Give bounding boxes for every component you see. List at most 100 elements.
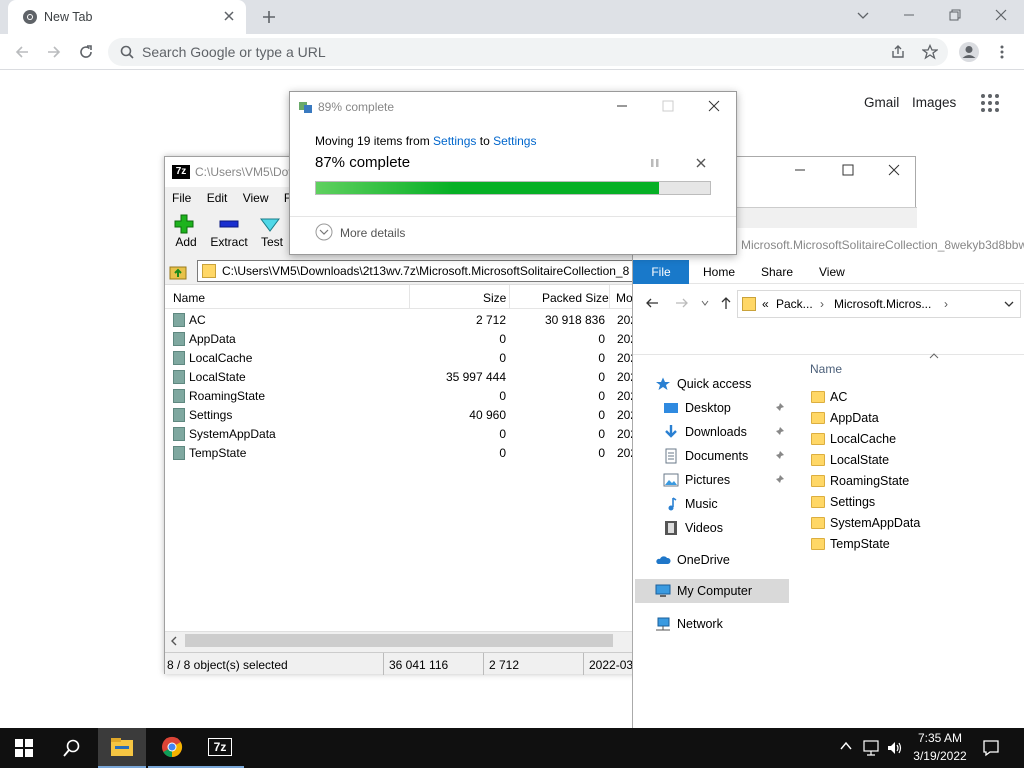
address-overflow-chevrons[interactable]: « <box>762 297 769 311</box>
ribbon-tab-view[interactable]: View <box>819 265 845 279</box>
explorer-minimize-icon[interactable] <box>793 163 807 177</box>
table-row[interactable]: LocalCache 0 0 202 <box>165 348 641 367</box>
nav-music[interactable]: Music <box>663 494 718 514</box>
menu-edit[interactable]: Edit <box>207 191 228 205</box>
dialog-minimize-icon[interactable] <box>616 100 628 112</box>
pin-icon[interactable] <box>775 426 785 436</box>
volume-tray-icon[interactable] <box>886 740 904 756</box>
explorer-back-icon[interactable] <box>645 296 659 310</box>
tray-chevron-up-icon[interactable] <box>840 741 852 751</box>
scroll-left-arrow-icon[interactable] <box>170 636 178 646</box>
table-row[interactable]: TempState 0 0 202 <box>165 443 641 462</box>
more-details-button[interactable]: More details <box>340 226 405 240</box>
nav-network[interactable]: Network <box>655 614 723 634</box>
list-item[interactable]: AC <box>811 388 847 406</box>
scroll-thumb[interactable] <box>185 634 613 647</box>
new-tab-plus-icon[interactable] <box>261 9 277 25</box>
reload-icon[interactable] <box>74 40 98 64</box>
table-row[interactable]: AC 2 712 30 918 836 202 <box>165 310 641 329</box>
list-item[interactable]: Settings <box>811 493 875 511</box>
up-folder-icon[interactable] <box>169 263 187 281</box>
table-row[interactable]: AppData 0 0 202 <box>165 329 641 348</box>
pin-icon[interactable] <box>775 402 785 412</box>
table-row[interactable]: Settings 40 960 0 202 <box>165 405 641 424</box>
explorer-close-icon[interactable] <box>887 163 901 177</box>
table-row[interactable]: SystemAppData 0 0 202 <box>165 424 641 443</box>
horizontal-scrollbar[interactable] <box>165 631 641 649</box>
nav-documents[interactable]: Documents <box>663 446 748 466</box>
list-item[interactable]: SystemAppData <box>811 514 920 532</box>
pin-icon[interactable] <box>775 474 785 484</box>
list-item[interactable]: LocalCache <box>811 430 896 448</box>
extract-button[interactable]: Extract <box>209 213 249 249</box>
explorer-address-bar[interactable]: « Pack... › Microsoft.Micros... › <box>737 290 1021 318</box>
add-button[interactable]: Add <box>173 213 199 249</box>
gmail-link[interactable]: Gmail <box>864 95 899 110</box>
test-button[interactable]: Test <box>259 213 285 249</box>
nav-onedrive[interactable]: OneDrive <box>655 550 730 570</box>
source-link[interactable]: Settings <box>433 134 476 148</box>
ribbon-tab-home[interactable]: Home <box>703 265 735 279</box>
cancel-icon[interactable] <box>696 158 706 168</box>
nav-videos[interactable]: Videos <box>663 518 723 538</box>
share-icon[interactable] <box>890 44 906 60</box>
table-row[interactable]: LocalState 35 997 444 0 202 <box>165 367 641 386</box>
recent-locations-chevron-icon[interactable] <box>701 299 709 307</box>
menu-view[interactable]: View <box>243 191 269 205</box>
list-item[interactable]: LocalState <box>811 451 889 469</box>
tab-close-icon[interactable] <box>222 9 236 23</box>
sevenzip-path-field[interactable]: C:\Users\VM5\Downloads\2t13wv.7z\Microso… <box>197 260 641 282</box>
apps-grid-icon[interactable] <box>980 93 1000 113</box>
taskbar-7zip[interactable]: 7z <box>196 728 244 768</box>
profile-avatar-icon[interactable] <box>958 41 980 63</box>
address-dropdown-icon[interactable] <box>1004 300 1014 308</box>
breadcrumb-packages[interactable]: Pack... <box>776 297 813 311</box>
collapse-chevron-icon[interactable] <box>929 352 939 360</box>
pin-icon[interactable] <box>775 450 785 460</box>
chrome-menu-icon[interactable] <box>994 44 1010 60</box>
taskbar-explorer[interactable] <box>98 728 146 768</box>
nav-desktop[interactable]: Desktop <box>663 398 731 418</box>
explorer-forward-icon[interactable] <box>675 296 689 310</box>
restore-icon[interactable] <box>948 8 962 22</box>
network-tray-icon[interactable] <box>862 740 880 756</box>
bookmark-star-icon[interactable] <box>922 44 938 60</box>
tab-search-chevron-icon[interactable] <box>856 8 870 22</box>
col-size[interactable]: Size <box>483 291 506 305</box>
omnibox[interactable]: Search Google or type a URL <box>108 38 948 66</box>
nav-downloads[interactable]: Downloads <box>663 422 747 442</box>
breadcrumb-solitaire[interactable]: Microsoft.Micros... <box>834 297 931 311</box>
clock-time[interactable]: 7:35 AM <box>910 731 970 745</box>
more-details-chevron-icon[interactable] <box>315 223 333 241</box>
ribbon-tab-share[interactable]: Share <box>761 265 793 279</box>
table-row[interactable]: RoamingState 0 0 202 <box>165 386 641 405</box>
close-window-icon[interactable] <box>994 8 1008 22</box>
start-button[interactable] <box>0 728 48 768</box>
taskbar-search-button[interactable] <box>48 728 96 768</box>
explorer-up-icon[interactable] <box>719 296 733 310</box>
col-packed-size[interactable]: Packed Size <box>542 291 609 305</box>
explorer-maximize-icon[interactable] <box>841 163 855 177</box>
back-icon[interactable] <box>10 40 34 64</box>
forward-icon[interactable] <box>42 40 66 64</box>
nav-pictures[interactable]: Pictures <box>663 470 730 490</box>
explorer-col-name[interactable]: Name <box>810 362 842 376</box>
pause-icon[interactable] <box>650 158 660 168</box>
dialog-close-icon[interactable] <box>708 100 720 112</box>
nav-my-computer[interactable]: My Computer <box>655 581 752 601</box>
col-name[interactable]: Name <box>173 291 205 305</box>
list-item[interactable]: RoamingState <box>811 472 909 490</box>
menu-file[interactable]: File <box>172 191 191 205</box>
sevenzip-file-list[interactable]: Name Size Packed Size Mo AC 2 712 30 918 8… <box>165 284 641 649</box>
destination-link[interactable]: Settings <box>493 134 536 148</box>
taskbar-chrome[interactable] <box>148 728 196 768</box>
nav-quick-access[interactable]: Quick access <box>655 374 751 394</box>
images-link[interactable]: Images <box>912 95 956 110</box>
tab-new-tab[interactable]: New Tab <box>8 0 246 34</box>
action-center-icon[interactable] <box>982 739 1000 757</box>
ribbon-tab-file[interactable]: File <box>633 260 689 284</box>
list-item[interactable]: AppData <box>811 409 879 427</box>
col-modified[interactable]: Mo <box>616 291 633 305</box>
minimize-icon[interactable] <box>902 8 916 22</box>
clock-date[interactable]: 3/19/2022 <box>906 749 974 763</box>
